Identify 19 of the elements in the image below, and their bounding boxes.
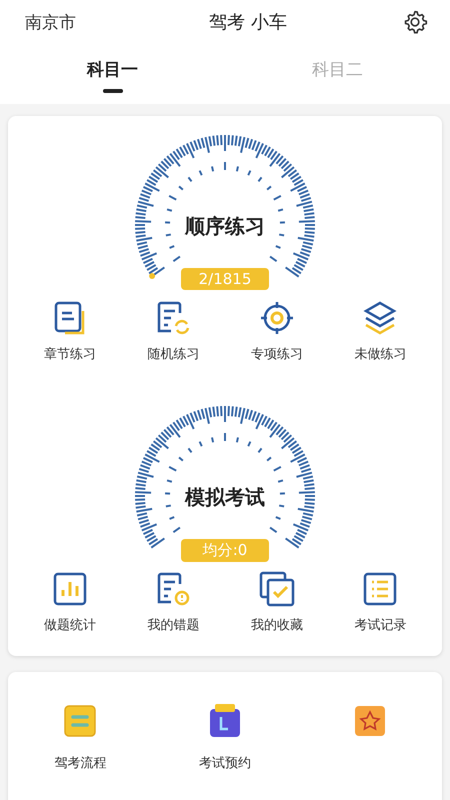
city-label[interactable]: 南京市	[25, 10, 76, 34]
menu-item[interactable]: 我的错题	[128, 570, 218, 634]
menu-item[interactable]: 做题统计	[24, 570, 115, 634]
subject-tab[interactable]: 科目一	[0, 44, 225, 104]
gauge-badge: 均分:0	[181, 539, 269, 562]
menu-item[interactable]: 考试记录	[335, 570, 426, 634]
menu-item[interactable]: 我的收藏	[232, 570, 322, 634]
menu-item[interactable]: 章节练习	[24, 299, 115, 363]
gauge-title[interactable]: 模拟考试	[130, 484, 320, 511]
gauge-badge: 2/1815	[181, 268, 269, 290]
menu-item[interactable]: 专项练习	[232, 299, 322, 363]
menu-item[interactable]: 考试预约	[174, 702, 275, 772]
menu-item[interactable]: 驾考流程	[30, 702, 130, 772]
menu-item[interactable]: 未做练习	[335, 299, 426, 363]
checked-pages-icon	[258, 570, 296, 608]
app-title: 驾考 小车	[209, 11, 287, 34]
menu-item[interactable]: 随机练习	[128, 299, 218, 363]
list-icon	[361, 570, 400, 608]
gauge-title[interactable]: 顺序练习	[130, 213, 320, 240]
